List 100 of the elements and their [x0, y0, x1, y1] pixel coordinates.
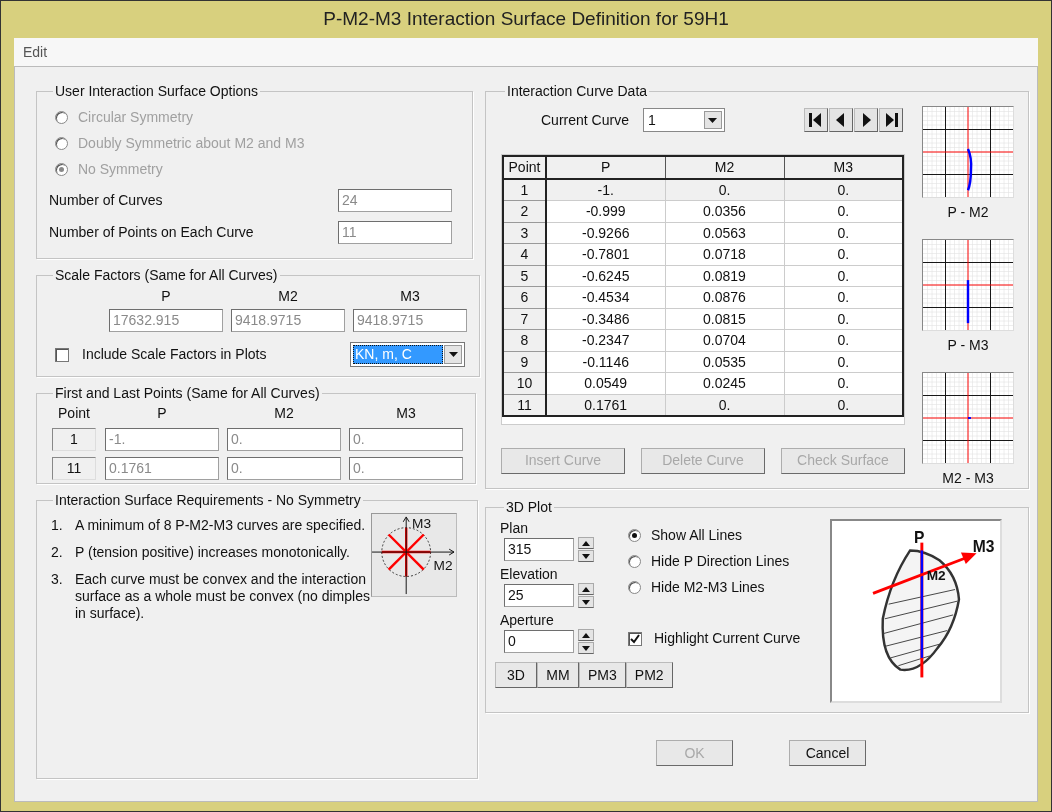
nav-button[interactable] [854, 108, 878, 132]
spin-up-button[interactable] [578, 583, 594, 595]
row-header: 1 [503, 179, 546, 201]
group-title: Interaction Curve Data [506, 82, 649, 101]
group-title: Scale Factors (Same for All Curves) [54, 266, 279, 285]
column-header: M2 [665, 156, 784, 179]
row-header: 4 [503, 243, 546, 265]
view-button[interactable]: PM3 [579, 662, 626, 688]
table-cell: 0.0704 [665, 329, 784, 351]
column-header: M2 [273, 403, 295, 423]
row-header: 2 [503, 200, 546, 222]
table-cell: 0.1761 [546, 394, 665, 416]
down-arrow-icon [582, 553, 590, 559]
column-header: M3 [400, 287, 420, 306]
dialog-button[interactable]: Cancel [789, 740, 866, 766]
table-cell: -0.999 [546, 200, 665, 222]
table-cell: 0. [665, 394, 784, 416]
radio-label: Hide M2-M3 Lines [651, 577, 765, 597]
group-title: User Interaction Surface Options [54, 82, 260, 101]
input-field[interactable]: 25 [504, 584, 574, 607]
table-cell: 0. [784, 286, 903, 308]
spinner-label: Aperture [500, 611, 555, 629]
table-cell: -0.9266 [546, 222, 665, 244]
table-cell: 0. [784, 243, 903, 265]
spin-down-button[interactable] [578, 550, 594, 562]
table-cell: 0.0549 [546, 372, 665, 394]
nav-button[interactable] [879, 108, 903, 132]
table-cell: 0.0876 [665, 286, 784, 308]
list-number: 3. [51, 571, 64, 589]
plot-caption: P - M3 [947, 336, 989, 355]
radio-button[interactable] [628, 554, 641, 568]
spin-down-button[interactable] [578, 596, 594, 608]
view-button[interactable]: MM [537, 662, 579, 688]
spin-up-button[interactable] [578, 629, 594, 641]
table-cell: 0. [665, 179, 784, 201]
curve-dropdown[interactable]: 1 [642, 108, 725, 132]
row-header: 10 [503, 372, 546, 394]
spin-down-button[interactable] [578, 642, 594, 654]
table-cell: 0.0819 [665, 265, 784, 287]
point-number: 1 [52, 428, 96, 451]
row-header: 11 [503, 394, 546, 416]
table-cell: 0. [784, 329, 903, 351]
row-header: 3 [503, 222, 546, 244]
row-header: 5 [503, 265, 546, 287]
axis-label: M3 [972, 538, 995, 556]
table-cell: -0.3486 [546, 308, 665, 330]
table-cell: 0. [784, 200, 903, 222]
dropdown-value: KN, m, C [353, 345, 443, 364]
table-cell: 0.0356 [665, 200, 784, 222]
menu-item[interactable]: Edit [23, 41, 48, 63]
row-header: 7 [503, 308, 546, 330]
table-cell: -0.4534 [546, 286, 665, 308]
table-cell: 0. [784, 265, 903, 287]
table-cell: -0.6245 [546, 265, 665, 287]
group-title: Interaction Surface Requirements - No Symmetry [54, 491, 362, 510]
field-label: Number of Points on Each Curve [49, 222, 254, 242]
column-header: M2 [278, 287, 298, 306]
radio-button[interactable] [628, 528, 641, 542]
plot-caption: M2 - M3 [942, 469, 994, 488]
nav-button[interactable] [829, 108, 853, 132]
down-arrow-icon [582, 599, 590, 605]
view-button[interactable]: PM2 [625, 662, 673, 688]
radio-label: Hide P Direction Lines [651, 551, 790, 571]
table-cell: 0. [784, 222, 903, 244]
table-cell: -0.7801 [546, 243, 665, 265]
axis-label: M2 [433, 557, 453, 573]
window-title: P-M2-M3 Interaction Surface Definition for 59H1 [323, 7, 729, 32]
dropdown-value: 1 [647, 110, 657, 130]
radio-label: Circular Symmetry [78, 107, 194, 127]
column-header: Point [503, 156, 546, 179]
table-cell: 0.0563 [665, 222, 784, 244]
table-cell: -0.2347 [546, 329, 665, 351]
axis-label: P [914, 528, 925, 546]
list-number: 1. [51, 517, 64, 534]
up-arrow-icon [582, 586, 590, 592]
group-title: 3D Plot [505, 498, 553, 517]
checkbox[interactable] [628, 631, 642, 646]
table-cell: 0. [784, 179, 903, 201]
column-header: P [156, 403, 168, 423]
view-button[interactable]: 3D [495, 662, 537, 688]
requirement-text: Each curve must be convex and the interaction surface as a whole must be convex (no dimples in surface). [75, 571, 371, 622]
radio-label: Doubly Symmetric about M2 and M3 [78, 133, 305, 153]
table-cell: 0. [784, 372, 903, 394]
input-field[interactable]: 0 [504, 630, 574, 653]
table-cell: 0.0535 [665, 351, 784, 373]
column-header: M3 [784, 156, 903, 179]
column-header: P [546, 156, 665, 179]
nav-button[interactable] [804, 108, 828, 132]
column-header: M3 [395, 403, 417, 423]
spinner-label: Elevation [500, 565, 559, 583]
row-header: 8 [503, 329, 546, 351]
table-cell: -0.1146 [546, 351, 665, 373]
group-title: First and Last Points (Same for All Curves) [54, 384, 321, 403]
requirement-text: A minimum of 8 P-M2-M3 curves are specified. [75, 517, 367, 534]
input-field[interactable]: 315 [504, 538, 574, 561]
column-header: P [161, 287, 171, 306]
radio-label: No Symmetry [78, 159, 163, 179]
requirement-text: P (tension positive) increases monotonically. [75, 544, 351, 561]
table-cell: 0. [784, 394, 903, 416]
spin-up-button[interactable] [578, 537, 594, 549]
